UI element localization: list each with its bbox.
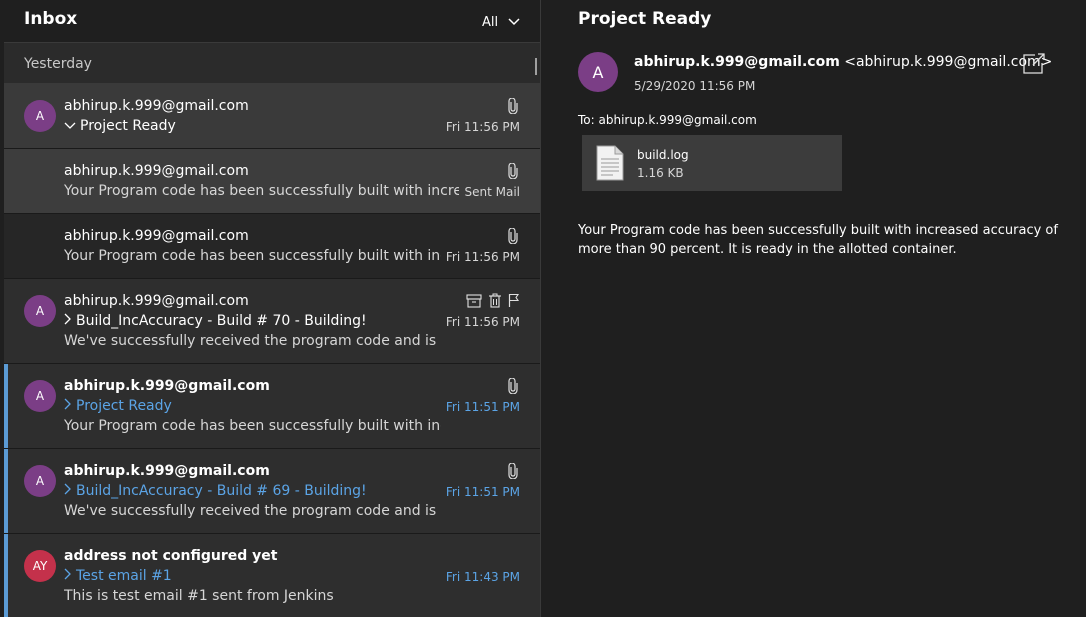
message-preview: Your Program code has been successfully … xyxy=(64,248,441,264)
received-time: Fri 11:43 PM xyxy=(445,570,520,584)
filter-label: All xyxy=(482,14,499,30)
message-preview: We've successfully received the program … xyxy=(64,333,441,349)
message-row[interactable]: A abhirup.k.999@gmail.com Build_IncAccur… xyxy=(4,449,540,534)
chevron-right-icon[interactable] xyxy=(64,313,72,329)
subject-text: Project Ready xyxy=(76,398,172,414)
chevron-down-icon xyxy=(508,15,520,30)
chevron-right-icon[interactable] xyxy=(64,398,72,414)
folder-title: Inbox xyxy=(24,9,78,29)
received-time: Fri 11:56 PM xyxy=(445,250,520,264)
chevron-down-icon[interactable] xyxy=(64,118,76,134)
paperclip-icon xyxy=(508,227,518,245)
sender-line[interactable]: abhirup.k.999@gmail.com <abhirup.k.999@g… xyxy=(634,54,1052,70)
message-preview: Your Program code has been successfully … xyxy=(64,183,459,199)
sender-name: abhirup.k.999@gmail.com xyxy=(64,293,249,309)
subject-text: Test email #1 xyxy=(76,568,172,584)
paperclip-icon xyxy=(508,462,518,480)
sender-name: abhirup.k.999@gmail.com xyxy=(64,378,270,394)
list-header: Inbox All xyxy=(4,0,540,43)
archive-icon[interactable] xyxy=(466,293,482,308)
message-preview: We've successfully received the program … xyxy=(64,503,441,519)
open-in-new-window-icon[interactable] xyxy=(1022,53,1046,75)
sender-name: abhirup.k.999@gmail.com xyxy=(64,163,249,179)
message-row[interactable]: abhirup.k.999@gmail.com Your Program cod… xyxy=(4,149,540,214)
message-row[interactable]: A abhirup.k.999@gmail.com Project Ready … xyxy=(4,84,540,149)
message-row[interactable]: A abhirup.k.999@gmail.com Project Ready … xyxy=(4,364,540,449)
sender-name: abhirup.k.999@gmail.com xyxy=(634,54,840,70)
subject-line: Project Ready xyxy=(64,398,172,414)
avatar[interactable]: A xyxy=(578,52,618,92)
received-time: Fri 11:51 PM xyxy=(445,400,520,414)
avatar: A xyxy=(24,465,56,497)
attachment-card[interactable]: build.log 1.16 KB xyxy=(582,135,842,191)
document-icon xyxy=(595,145,625,185)
message-preview: This is test email #1 sent from Jenkins xyxy=(64,588,334,604)
subject-line: Build_IncAccuracy - Build # 69 - Buildin… xyxy=(64,483,367,499)
avatar: A xyxy=(24,100,56,132)
paperclip-icon xyxy=(508,97,518,115)
filter-dropdown[interactable]: All xyxy=(482,12,520,32)
group-label: Yesterday xyxy=(24,56,92,72)
sender-name: abhirup.k.999@gmail.com xyxy=(64,463,270,479)
avatar: A xyxy=(24,380,56,412)
sender-name: abhirup.k.999@gmail.com xyxy=(64,228,249,244)
folder-label: Sent Mail xyxy=(464,185,521,199)
sent-date: 5/29/2020 11:56 PM xyxy=(634,79,756,93)
scrollbar-thumb[interactable] xyxy=(535,58,537,75)
message-list-pane: Inbox All Yesterday A abhirup.k.999@gmai… xyxy=(4,0,540,617)
reading-pane: Project Ready A abhirup.k.999@gmail.com … xyxy=(541,0,1086,617)
message-subject: Project Ready xyxy=(578,9,712,29)
subject-text: Project Ready xyxy=(80,118,176,134)
subject-line: Project Ready xyxy=(64,118,176,134)
received-time: Fri 11:56 PM xyxy=(445,120,520,134)
delete-icon[interactable] xyxy=(488,293,502,308)
sender-name: abhirup.k.999@gmail.com xyxy=(64,98,249,114)
avatar: A xyxy=(24,295,56,327)
chevron-right-icon[interactable] xyxy=(64,568,72,584)
message-row[interactable]: A abhirup.k.999@gmail.com Build_IncAccur… xyxy=(4,279,540,364)
flag-icon[interactable] xyxy=(508,293,520,308)
quick-actions xyxy=(466,293,520,308)
chevron-right-icon[interactable] xyxy=(64,483,72,499)
subject-text: Build_IncAccuracy - Build # 70 - Buildin… xyxy=(76,313,367,329)
subject-text: Build_IncAccuracy - Build # 69 - Buildin… xyxy=(76,483,367,499)
message-row[interactable]: abhirup.k.999@gmail.com Your Program cod… xyxy=(4,214,540,279)
subject-line: Build_IncAccuracy - Build # 70 - Buildin… xyxy=(64,313,367,329)
subject-line: Test email #1 xyxy=(64,568,172,584)
paperclip-icon xyxy=(508,162,518,180)
paperclip-icon xyxy=(508,377,518,395)
received-time: Fri 11:56 PM xyxy=(445,315,520,329)
attachment-name: build.log xyxy=(637,148,689,162)
message-preview: Your Program code has been successfully … xyxy=(64,418,441,434)
message-body: Your Program code has been successfully … xyxy=(578,223,1058,257)
message-row[interactable]: AY address not configured yet Test email… xyxy=(4,534,540,617)
date-group-header: Yesterday xyxy=(4,43,540,84)
sender-name: address not configured yet xyxy=(64,548,278,564)
attachment-size: 1.16 KB xyxy=(637,166,684,180)
received-time: Fri 11:51 PM xyxy=(445,485,520,499)
avatar: AY xyxy=(24,550,56,582)
recipient-line: To: abhirup.k.999@gmail.com xyxy=(578,113,757,127)
